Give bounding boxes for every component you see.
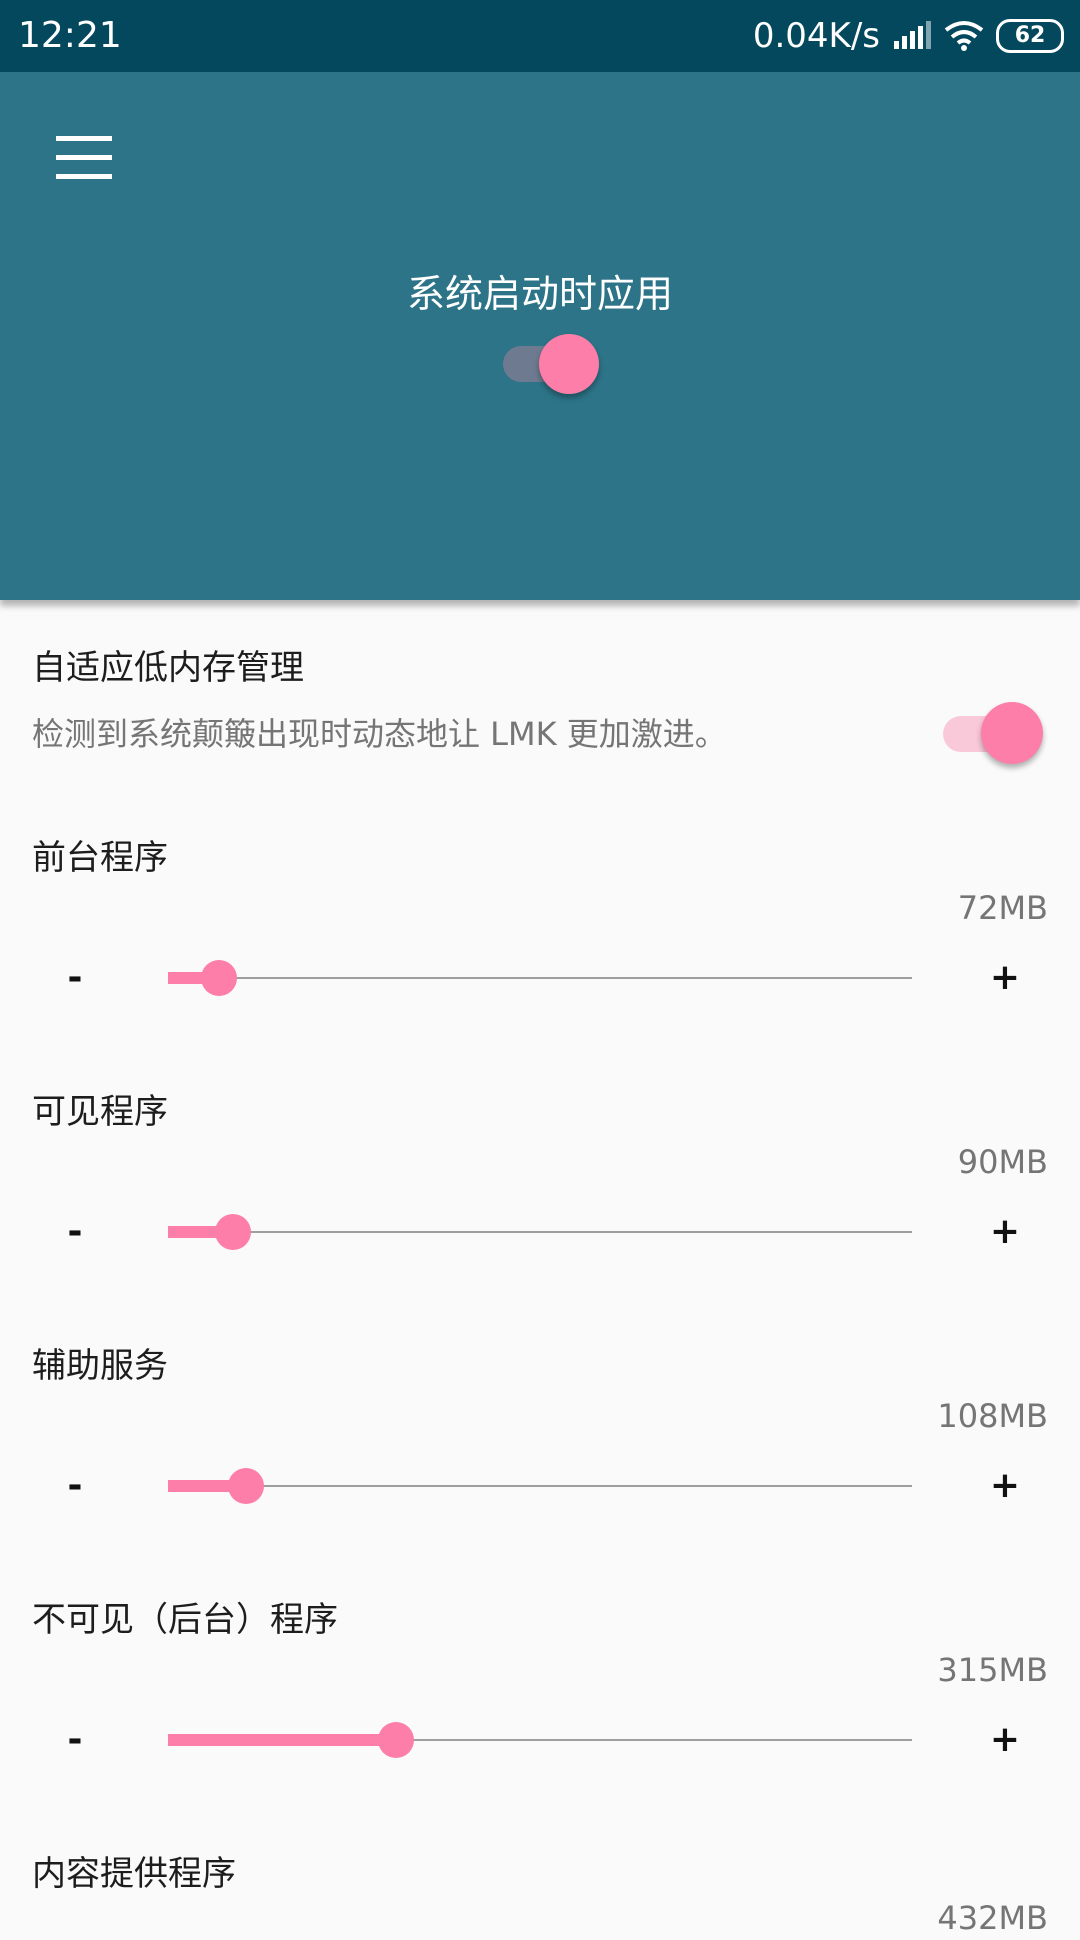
- switch-thumb: [539, 334, 599, 394]
- apply-on-boot-switch[interactable]: [503, 332, 601, 396]
- visible-app-plus-button[interactable]: +: [975, 1202, 1035, 1262]
- secondary-server-slider[interactable]: [168, 1466, 912, 1506]
- visible-app-value: 90MB: [957, 1143, 1048, 1181]
- slider-thumb[interactable]: [228, 1468, 264, 1504]
- adaptive-lmk-title: 自适应低内存管理: [32, 648, 304, 688]
- hidden-app-label: 不可见（后台）程序: [32, 1600, 338, 1640]
- apply-on-boot-label: 系统启动时应用: [406, 272, 673, 316]
- switch-thumb: [981, 702, 1043, 764]
- adaptive-lmk-switch[interactable]: [943, 700, 1043, 766]
- wifi-icon: [944, 21, 984, 51]
- visible-app-slider[interactable]: [168, 1212, 912, 1252]
- slider-thumb[interactable]: [201, 960, 237, 996]
- foreground-app-label: 前台程序: [32, 838, 168, 878]
- content-provider-label: 内容提供程序: [32, 1854, 236, 1894]
- status-bar: 12:21 0.04K/s 62: [0, 0, 1080, 72]
- hidden-app-slider[interactable]: [168, 1720, 912, 1760]
- secondary-server-minus-button[interactable]: -: [45, 1456, 105, 1516]
- slider-thumb[interactable]: [215, 1214, 251, 1250]
- network-speed: 0.04K/s: [752, 16, 880, 56]
- foreground-app-plus-button[interactable]: +: [975, 948, 1035, 1008]
- visible-app-label: 可见程序: [32, 1092, 168, 1132]
- battery-icon: 62: [996, 19, 1064, 53]
- foreground-app-minus-button[interactable]: -: [45, 948, 105, 1008]
- content-provider-value: 432MB: [937, 1899, 1048, 1937]
- secondary-server-plus-button[interactable]: +: [975, 1456, 1035, 1516]
- status-icons: 0.04K/s 62: [753, 14, 1064, 58]
- slider-thumb[interactable]: [378, 1722, 414, 1758]
- status-time: 12:21: [18, 15, 122, 56]
- visible-app-minus-button[interactable]: -: [45, 1202, 105, 1262]
- signal-icon: [894, 21, 931, 49]
- secondary-server-value: 108MB: [937, 1397, 1048, 1435]
- hidden-app-minus-button[interactable]: -: [45, 1710, 105, 1770]
- hidden-app-plus-button[interactable]: +: [975, 1710, 1035, 1770]
- hidden-app-value: 315MB: [937, 1651, 1048, 1689]
- adaptive-lmk-description: 检测到系统颠簸出现时动态地让 LMK 更加激进。: [32, 715, 727, 753]
- menu-icon[interactable]: [56, 136, 112, 180]
- battery-level: 62: [1014, 23, 1046, 48]
- app-header: 系统启动时应用: [0, 72, 1080, 600]
- foreground-app-slider[interactable]: [168, 958, 912, 998]
- secondary-server-label: 辅助服务: [32, 1346, 168, 1386]
- foreground-app-value: 72MB: [957, 889, 1048, 927]
